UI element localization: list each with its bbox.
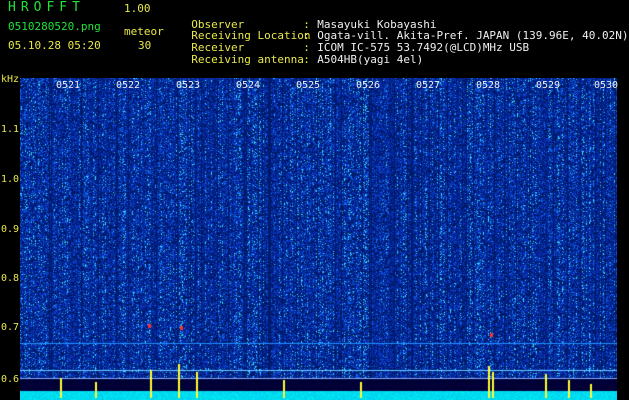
time-tick-label: 0523 [176,80,201,91]
time-tick-label: 0530 [594,80,619,91]
time-tick-label: 0527 [416,80,441,91]
capture-timestamp: 05.10.28 05:20 [8,39,101,52]
freq-tick-label: 0.7 [1,322,20,333]
time-tick-label: 0524 [236,80,261,91]
time-tick-label: 0522 [116,80,141,91]
meta-colon: : [303,53,310,66]
spectrogram-panel [20,78,617,400]
time-tick-label: 0521 [56,80,81,91]
freq-tick-label: 1.1 [1,124,20,135]
detection-label: meteor [124,25,164,38]
image-filename: 0510280520.png [8,20,101,33]
spectrogram-canvas [20,78,617,400]
meta-value: A504HB(yagi 4el) [317,53,424,66]
meta-antenna: Receiving antenna: A504HB(yagi 4el) [178,40,423,66]
freq-tick-label: 1.0 [1,174,20,185]
freq-tick-label: 0.9 [1,224,20,235]
time-tick-label: 0528 [476,80,501,91]
frequency-unit-label: kHz [1,74,20,85]
meta-label: Receiving antenna [191,53,304,66]
app-brand: HROFFT [8,0,85,15]
app-version: 1.00 [124,2,151,15]
freq-tick-label: 0.8 [1,273,20,284]
freq-tick-label: 0.6 [1,374,20,385]
time-tick-label: 0526 [356,80,381,91]
time-tick-label: 0529 [536,80,561,91]
detection-count: 30 [138,39,152,52]
time-tick-label: 0525 [296,80,321,91]
